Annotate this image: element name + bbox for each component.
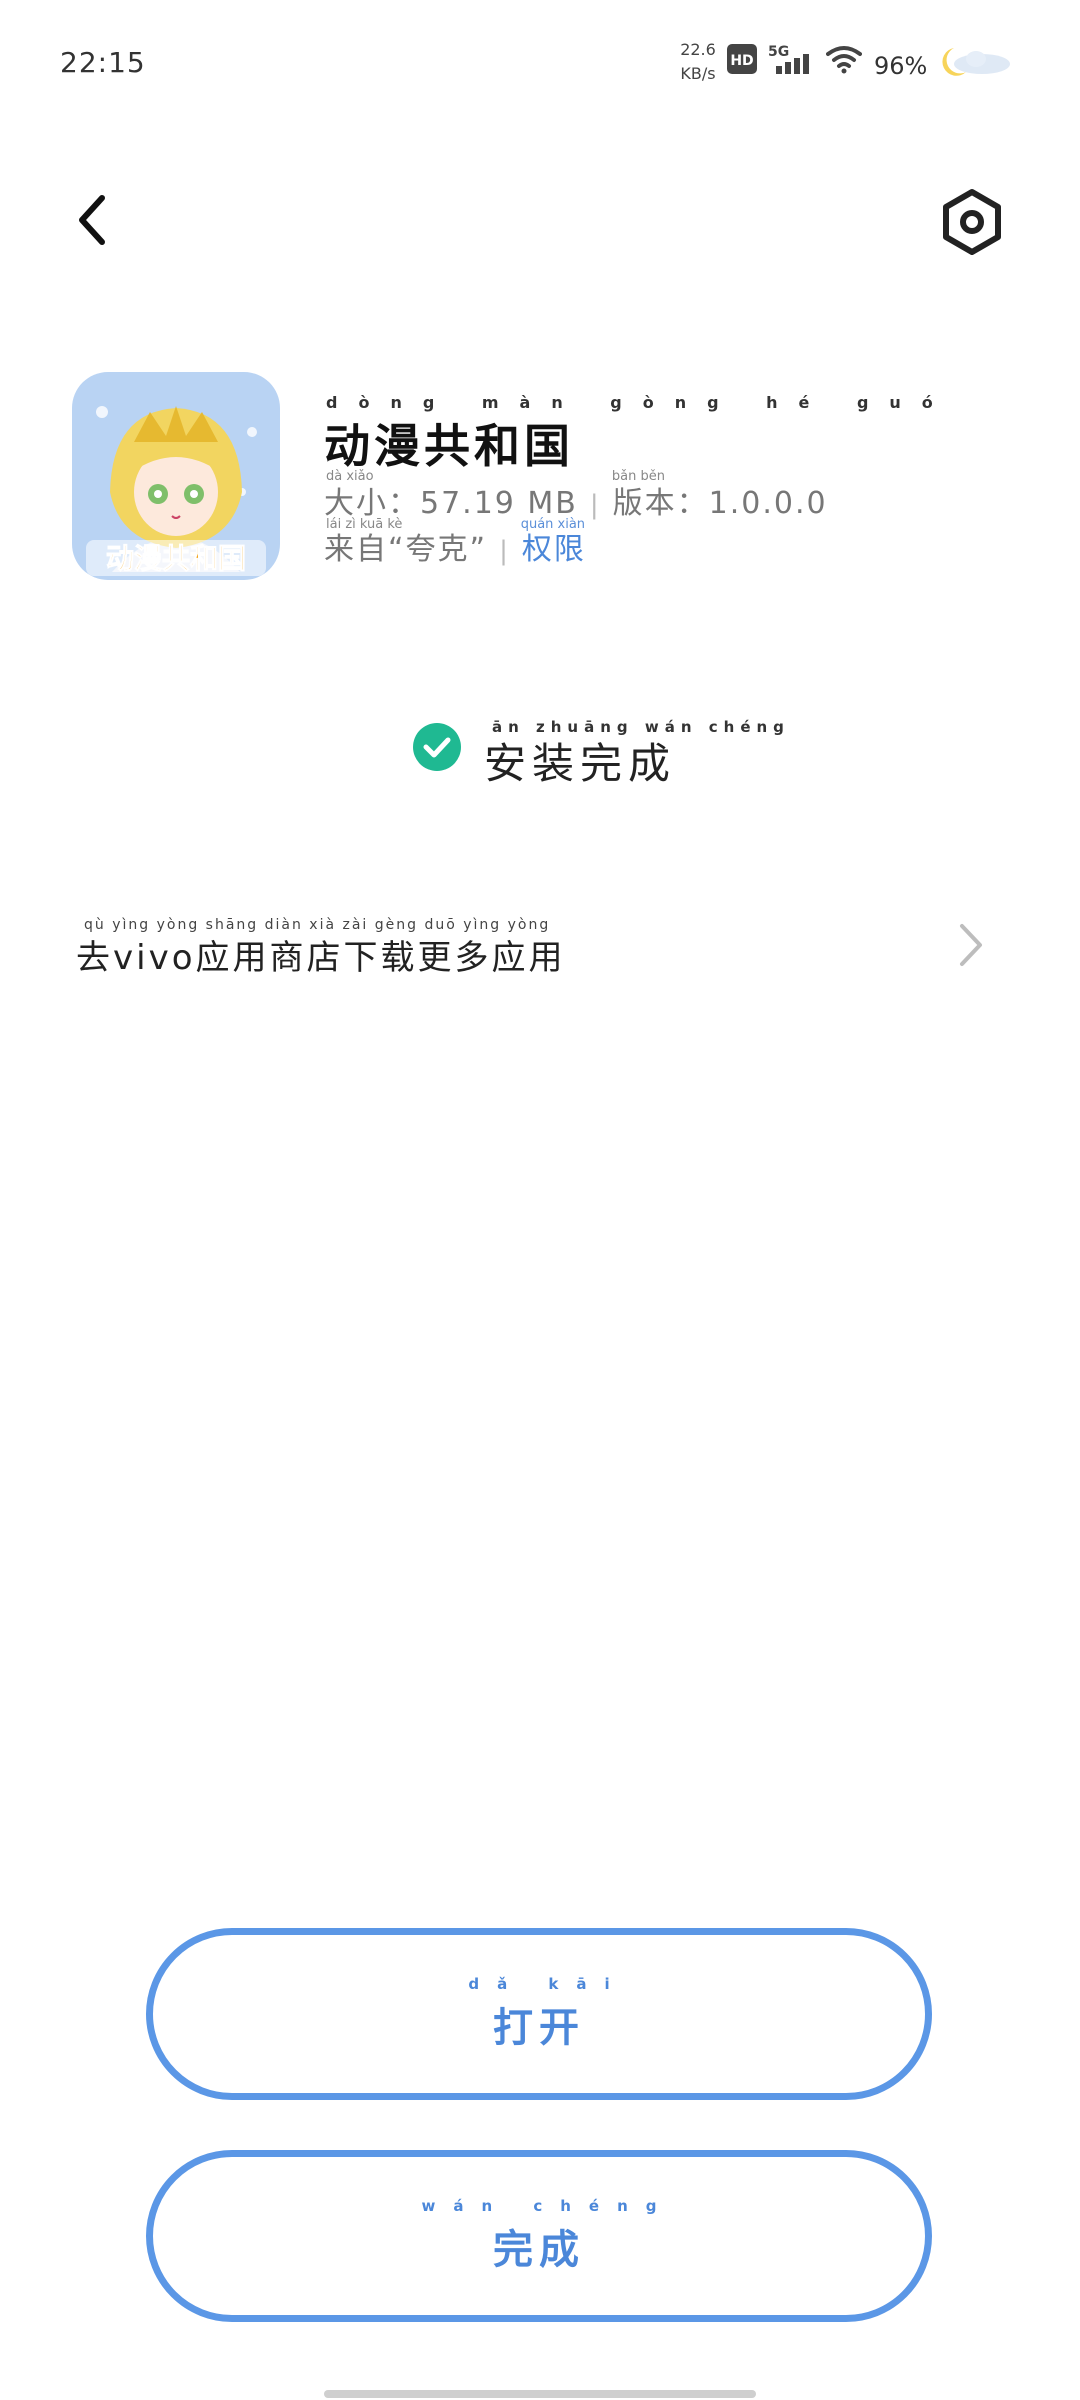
finish-button-pinyin: wán chéng bbox=[421, 2197, 675, 2215]
app-store-link-text: 去vivo应用商店下载更多应用 bbox=[76, 938, 566, 978]
battery-level: 96% bbox=[874, 52, 928, 80]
permission-link[interactable]: 权限 bbox=[522, 532, 586, 567]
settings-button[interactable] bbox=[934, 184, 1010, 260]
separator: | bbox=[499, 536, 510, 566]
separator: | bbox=[589, 490, 601, 520]
net-speed-unit: KB/s bbox=[680, 64, 716, 83]
hd-icon: HD bbox=[727, 44, 757, 74]
version-value: 1.0.0.0 bbox=[708, 486, 828, 521]
signal-5g-icon: 5G bbox=[768, 42, 814, 76]
wifi-icon bbox=[826, 44, 862, 74]
open-button-label: 打开 bbox=[493, 2005, 585, 2051]
back-button[interactable] bbox=[60, 180, 124, 260]
settings-hexagon-icon bbox=[943, 189, 1001, 255]
finish-button[interactable]: wán chéng 完成 bbox=[146, 2150, 932, 2322]
finish-button-label: 完成 bbox=[493, 2227, 585, 2273]
open-button-pinyin: dǎ kāi bbox=[468, 1975, 628, 1993]
moon-cloud-icon bbox=[938, 44, 1014, 80]
home-indicator[interactable] bbox=[324, 2390, 756, 2398]
install-status-text: 安装完成 bbox=[484, 739, 677, 788]
version-label: 版本： bbox=[612, 486, 709, 521]
back-arrow-icon bbox=[79, 195, 105, 245]
app-source-row: 来自“夸克” | 权限 bbox=[324, 524, 586, 568]
check-circle-icon bbox=[412, 722, 462, 772]
app-icon: 动漫共和国 bbox=[72, 372, 280, 580]
source-text: 来自“夸克” bbox=[324, 532, 488, 567]
net-speed-value: 22.6 bbox=[680, 40, 716, 59]
chevron-right-icon bbox=[956, 922, 986, 968]
network-label: 5G bbox=[768, 44, 789, 60]
status-time: 22:15 bbox=[60, 46, 146, 79]
hd-label: HD bbox=[730, 53, 753, 69]
open-button[interactable]: dǎ kāi 打开 bbox=[146, 1928, 932, 2100]
net-speed: 22.6 KB/s bbox=[672, 38, 724, 86]
app-icon-label: 动漫共和国 bbox=[106, 542, 246, 575]
